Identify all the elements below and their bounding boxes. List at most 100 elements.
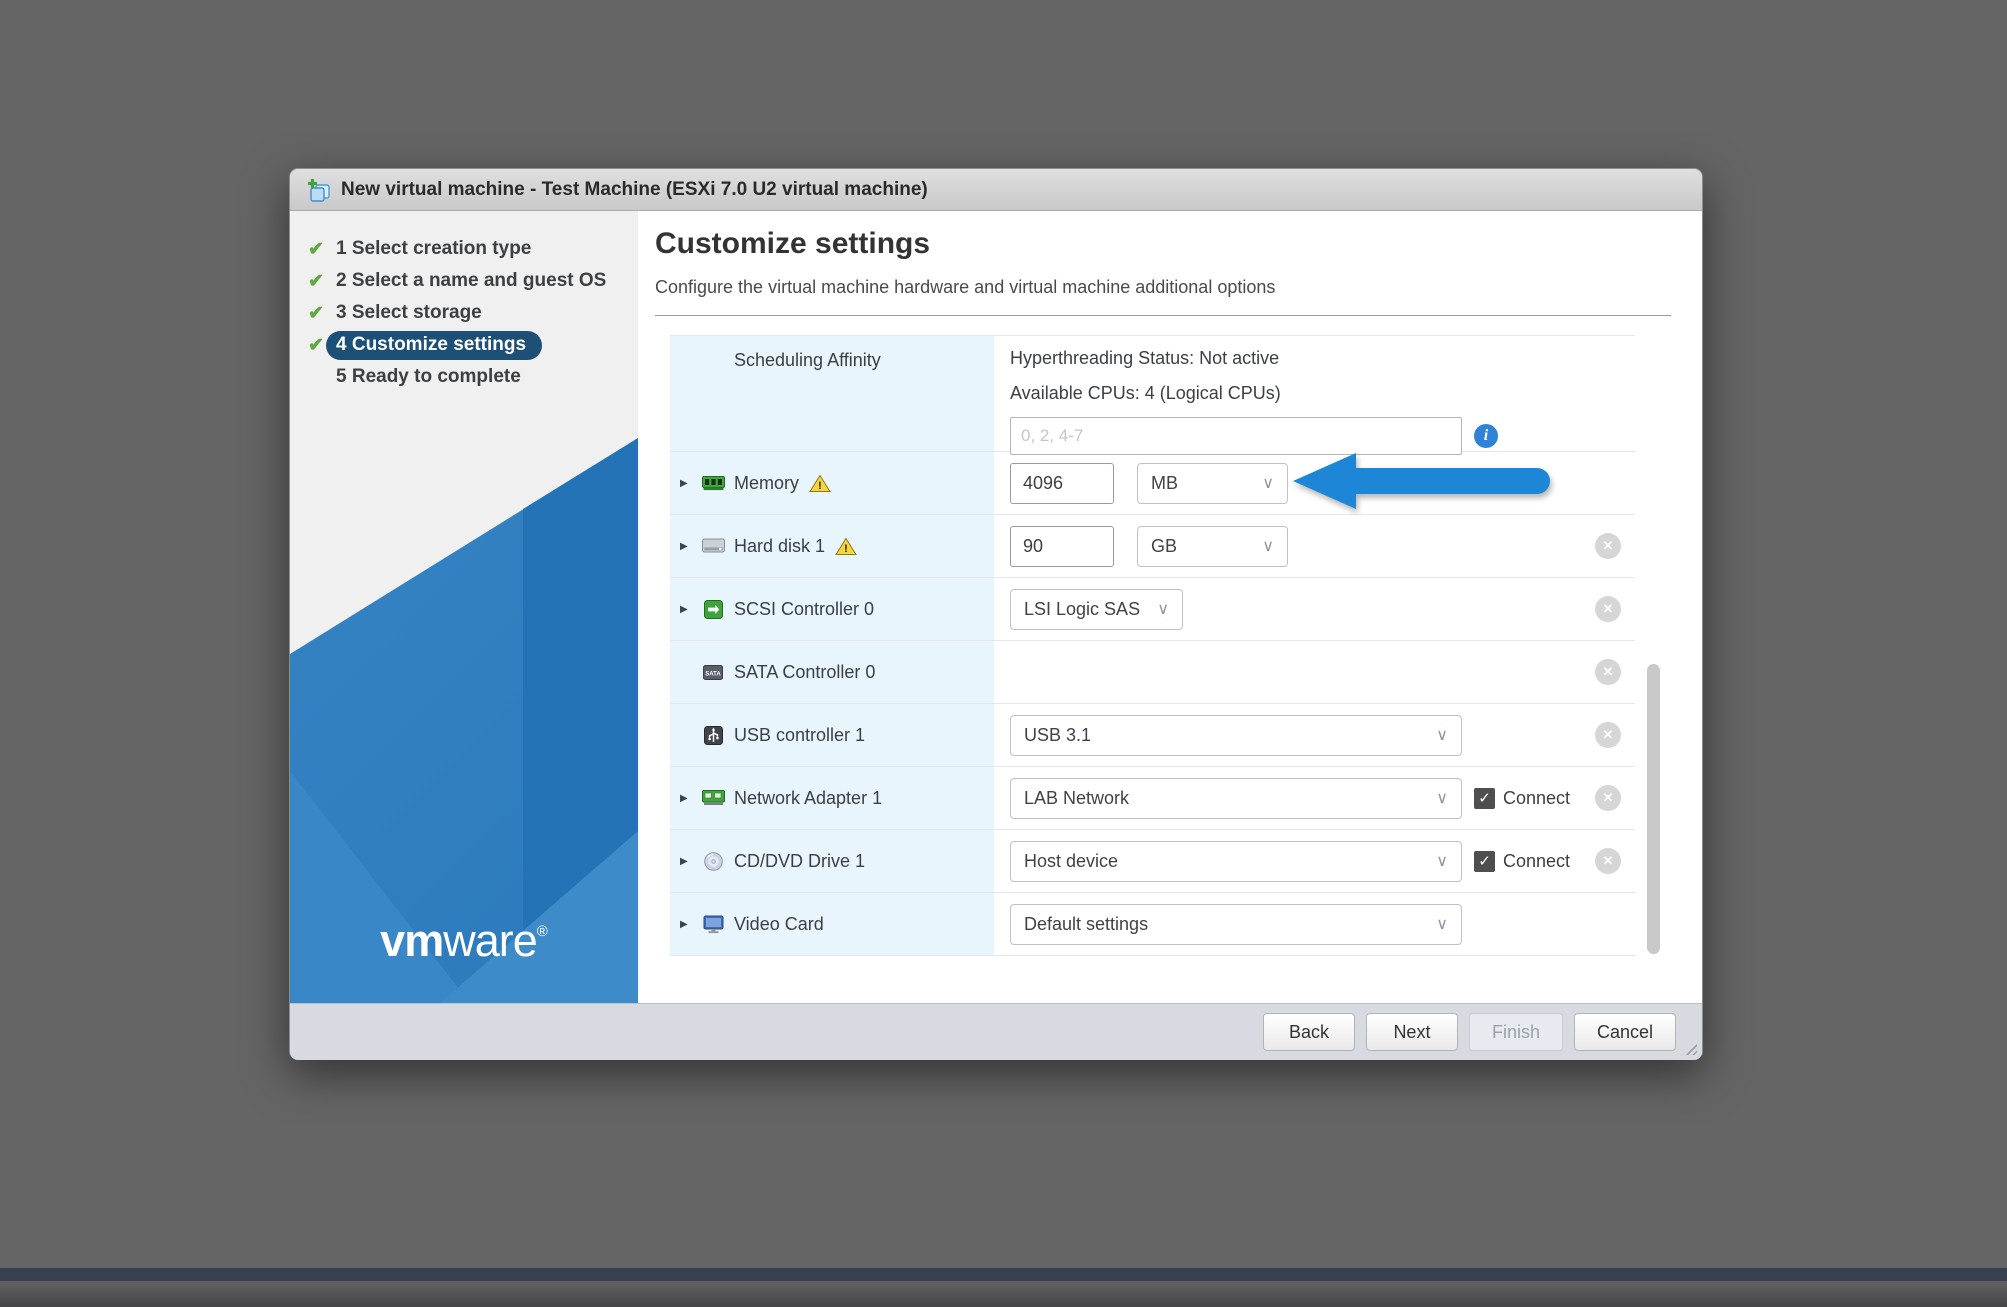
wizard-steps: ✔ 1 Select creation type ✔ 2 Select a name …	[290, 211, 638, 393]
back-button[interactable]: Back	[1263, 1013, 1355, 1051]
vmware-logo-bold: vm	[380, 915, 443, 966]
remove-device-button[interactable]: ✕	[1595, 659, 1621, 685]
warning-icon: !	[835, 537, 857, 556]
step-select-a-name-and-guest-os[interactable]: ✔ 2 Select a name and guest OS	[290, 265, 638, 297]
device-label: Video Card	[734, 914, 824, 935]
step-customize-settings[interactable]: ✔4 Customize settings	[290, 329, 638, 361]
step-label-4[interactable]: 4 Customize settings	[326, 331, 542, 360]
chevron-down-icon: ∨	[1262, 536, 1274, 556]
connect-checkbox[interactable]: ✓	[1474, 788, 1495, 809]
settings-row-scheduling-affinity: Scheduling AffinityHyperthreading Status…	[670, 336, 1635, 452]
memory-value-input[interactable]	[1010, 463, 1114, 504]
video-icon	[700, 915, 726, 934]
expander-icon[interactable]: ▶	[680, 919, 696, 930]
expander-icon[interactable]: ▶	[680, 604, 696, 615]
select-value: LAB Network	[1024, 788, 1129, 809]
svg-text:SATA: SATA	[705, 671, 721, 677]
step-label-3[interactable]: 3 Select storage	[336, 302, 482, 324]
scrollbar-thumb[interactable]	[1647, 664, 1660, 954]
affinity-status-line-2: Available CPUs: 4 (Logical CPUs)	[1010, 383, 1281, 404]
chevron-down-icon: ∨	[1436, 851, 1448, 871]
remove-device-button[interactable]: ✕	[1595, 848, 1621, 874]
step-select-creation-type[interactable]: ✔ 1 Select creation type	[290, 233, 638, 265]
device-label: Network Adapter 1	[734, 788, 882, 809]
step-ready-to-complete[interactable]: 5 Ready to complete	[290, 361, 638, 393]
info-icon[interactable]: i	[1474, 424, 1498, 448]
connect-checkbox[interactable]: ✓	[1474, 851, 1495, 872]
chevron-down-icon: ∨	[1157, 599, 1169, 619]
scsi-controller-0-select[interactable]: LSI Logic SAS ∨	[1010, 589, 1183, 630]
step-check-icon: ✔	[304, 238, 328, 261]
cancel-button[interactable]: Cancel	[1574, 1013, 1676, 1051]
new-vm-icon	[306, 178, 332, 202]
warning-icon: !	[809, 474, 831, 493]
taskbar	[0, 1281, 2007, 1307]
row-label-video-card: ▶ Video Card	[670, 893, 994, 955]
row-label-network-adapter-1: ▶ Network Adapter 1	[670, 767, 994, 829]
hard-disk-icon	[700, 538, 726, 555]
device-label: Memory	[734, 473, 799, 494]
remove-device-button[interactable]: ✕	[1595, 785, 1621, 811]
memory-unit-select[interactable]: MB∨	[1137, 463, 1288, 504]
page-subtitle: Configure the virtual machine hardware a…	[655, 277, 1702, 298]
chevron-down-icon: ∨	[1436, 788, 1448, 808]
network-adapter-1-select[interactable]: LAB Network ∨	[1010, 778, 1462, 819]
hard-disk-1-value-input[interactable]	[1010, 526, 1114, 567]
settings-row-network-adapter-1: ▶Network Adapter 1LAB Network∨✓Connect✕	[670, 767, 1635, 830]
expander-icon[interactable]: ▶	[680, 541, 696, 552]
video-card-select[interactable]: Default settings∨	[1010, 904, 1462, 945]
step-label-5[interactable]: 5 Ready to complete	[336, 366, 521, 388]
step-check-icon: ✔	[304, 270, 328, 293]
cd-dvd-drive-1-connect: ✓ Connect	[1474, 851, 1570, 872]
step-label-1[interactable]: 1 Select creation type	[336, 238, 531, 260]
settings-row-hard-disk-1: ▶Hard disk 1!GB∨✕	[670, 515, 1635, 578]
desktop-accent-strip	[0, 1268, 2007, 1281]
settings-row-sata-controller-0: SATA SATA Controller 0 ✕	[670, 641, 1635, 704]
remove-device-button[interactable]: ✕	[1595, 722, 1621, 748]
annotation-arrow	[1290, 447, 1558, 515]
expander-icon[interactable]: ▶	[680, 793, 696, 804]
finish-button[interactable]: Finish	[1469, 1013, 1563, 1051]
desktop: New virtual machine - Test Machine (ESXi…	[0, 0, 2007, 1307]
step-select-storage[interactable]: ✔ 3 Select storage	[290, 297, 638, 329]
row-label-scheduling-affinity: Scheduling Affinity	[670, 336, 994, 451]
step-check-icon: ✔	[304, 334, 328, 357]
cd-dvd-drive-1-select[interactable]: Host device∨	[1010, 841, 1462, 882]
vmware-logo: vmware®	[290, 915, 638, 967]
select-value: GB	[1151, 536, 1177, 557]
hard-disk-1-unit-select[interactable]: GB ∨	[1137, 526, 1288, 567]
next-button[interactable]: Next	[1366, 1013, 1458, 1051]
row-label-memory: ▶ Memory!	[670, 452, 994, 514]
svg-text:!: !	[844, 543, 848, 555]
row-controls-scheduling-affinity: Hyperthreading Status: Not activeAvailab…	[994, 336, 1635, 451]
resize-handle[interactable]	[1683, 1041, 1697, 1055]
chevron-down-icon: ∨	[1436, 914, 1448, 934]
row-controls-hard-disk-1: GB ∨	[994, 515, 1635, 577]
device-label: SATA Controller 0	[734, 662, 875, 683]
row-controls-usb-controller-1: USB 3.1∨	[994, 704, 1635, 766]
row-label-scsi-controller-0: ▶ SCSI Controller 0	[670, 578, 994, 640]
device-label: SCSI Controller 0	[734, 599, 874, 620]
row-controls-scsi-controller-0: LSI Logic SAS ∨	[994, 578, 1635, 640]
step-check-icon: ✔	[304, 302, 328, 325]
step-label-2[interactable]: 2 Select a name and guest OS	[336, 270, 606, 292]
row-label-cd-dvd-drive-1: ▶CD/DVD Drive 1	[670, 830, 994, 892]
usb-controller-1-select[interactable]: USB 3.1∨	[1010, 715, 1462, 756]
vmware-logo-light: ware	[443, 915, 537, 966]
dialog-titlebar[interactable]: New virtual machine - Test Machine (ESXi…	[290, 169, 1702, 211]
remove-device-button[interactable]: ✕	[1595, 533, 1621, 559]
dialog-title: New virtual machine - Test Machine (ESXi…	[341, 179, 928, 201]
row-label-sata-controller-0: SATA SATA Controller 0	[670, 641, 994, 703]
settings-row-video-card: ▶ Video Card Default settings∨	[670, 893, 1635, 956]
connect-label: Connect	[1503, 851, 1570, 872]
expander-icon[interactable]: ▶	[680, 856, 696, 867]
settings-row-cd-dvd-drive-1: ▶CD/DVD Drive 1 Host device∨ ✓ Connect ✕	[670, 830, 1635, 893]
row-controls-video-card: Default settings∨	[994, 893, 1635, 955]
remove-device-button[interactable]: ✕	[1595, 596, 1621, 622]
registered-mark: ®	[537, 923, 548, 940]
row-controls-network-adapter-1: LAB Network∨✓Connect	[994, 767, 1635, 829]
page-title: Customize settings	[655, 227, 1702, 261]
row-controls-cd-dvd-drive-1: Host device∨ ✓ Connect	[994, 830, 1635, 892]
expander-icon[interactable]: ▶	[680, 478, 696, 489]
select-value: LSI Logic SAS	[1024, 599, 1140, 620]
